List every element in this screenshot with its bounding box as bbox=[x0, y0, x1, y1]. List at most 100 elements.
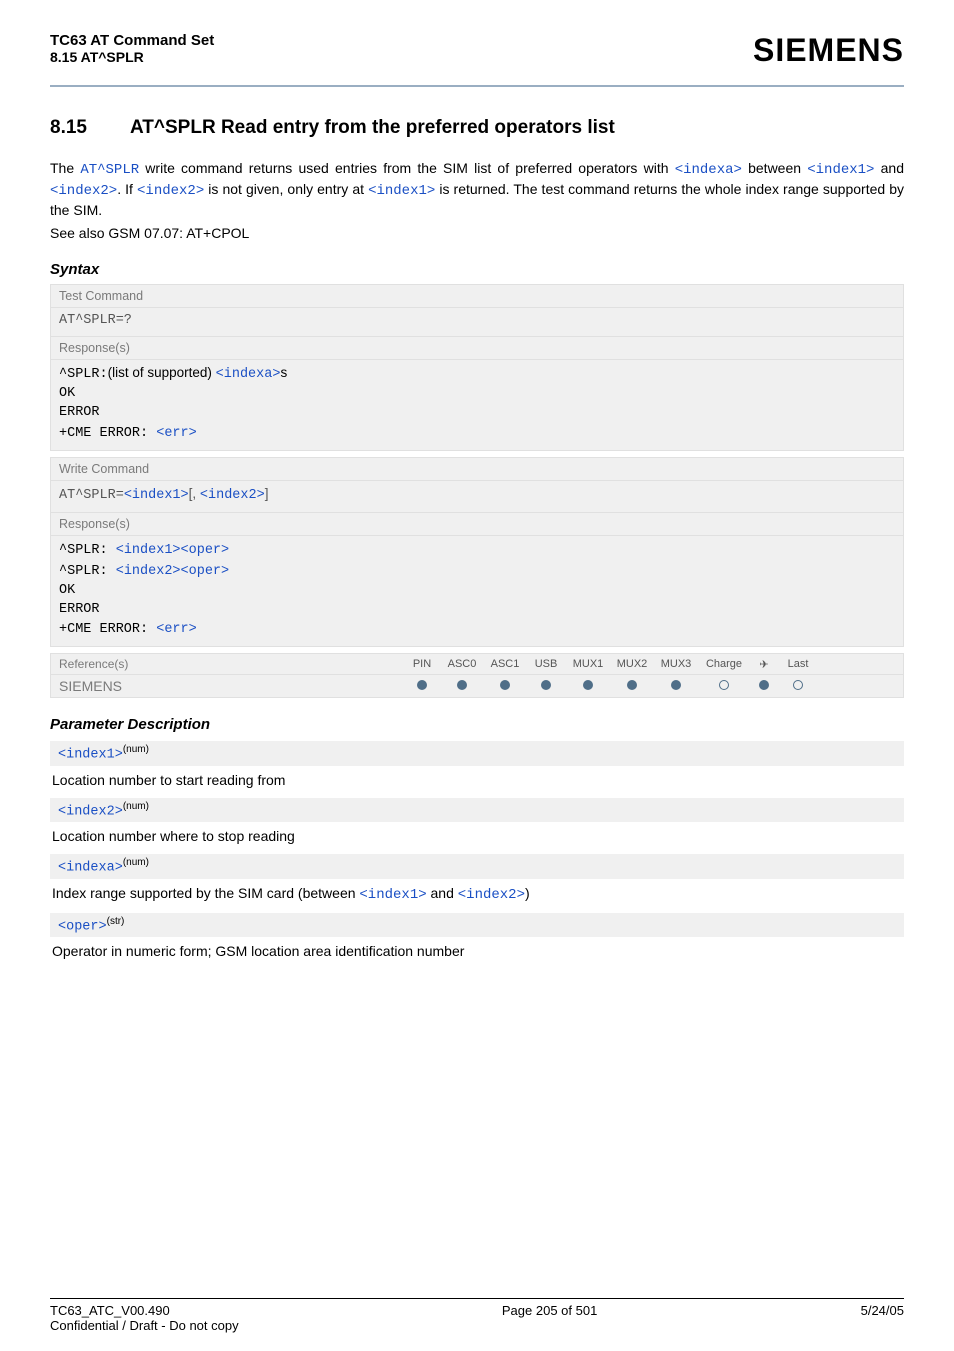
param-link-index2[interactable]: <index2> bbox=[200, 488, 265, 503]
state-dot-hollow bbox=[793, 680, 803, 690]
param-oper-desc: Operator in numeric form; GSM location a… bbox=[50, 937, 904, 961]
param-link-index2[interactable]: <index2> bbox=[137, 183, 204, 199]
responses-label: Response(s) bbox=[51, 337, 903, 360]
param-type: (num) bbox=[123, 744, 149, 755]
col-usb: USB bbox=[526, 658, 566, 670]
col-charge: Charge bbox=[698, 658, 750, 670]
footer-rule bbox=[50, 1298, 904, 1299]
col-asc1: ASC1 bbox=[484, 658, 526, 670]
param-index1-desc: Location number to start reading from bbox=[50, 766, 904, 790]
param-link-index2[interactable]: <index2> bbox=[458, 887, 525, 903]
section-number: 8.15 bbox=[50, 117, 130, 139]
cmd-text: ] bbox=[265, 486, 269, 501]
state-dot-hollow bbox=[719, 680, 729, 690]
test-command-box: Test Command AT^SPLR=? Response(s) ^SPLR… bbox=[50, 284, 904, 451]
doc-title: TC63 AT Command Set bbox=[50, 32, 214, 49]
resp-error: ERROR bbox=[59, 404, 895, 423]
footer-date: 5/24/05 bbox=[861, 1303, 904, 1333]
intro-text: The bbox=[50, 160, 80, 176]
param-link-index1[interactable]: <index1> bbox=[124, 488, 189, 503]
write-command-syntax: AT^SPLR=<index1>[, <index2>] bbox=[51, 481, 903, 513]
intro-text: write command returns used entries from … bbox=[139, 160, 675, 176]
param-link-index1[interactable]: <index1> bbox=[359, 887, 426, 903]
param-type: (num) bbox=[123, 857, 149, 868]
intro-text: and bbox=[874, 160, 904, 176]
resp-text: ^SPLR: bbox=[59, 564, 116, 579]
write-command-box: Write Command AT^SPLR=<index1>[, <index2… bbox=[50, 457, 904, 647]
col-mux1: MUX1 bbox=[566, 658, 610, 670]
col-pin: PIN bbox=[404, 658, 440, 670]
param-index2-desc: Location number where to stop reading bbox=[50, 822, 904, 846]
param-name[interactable]: <index1> bbox=[58, 748, 123, 763]
page-footer: TC63_ATC_V00.490 Confidential / Draft - … bbox=[50, 1291, 904, 1333]
resp-cme: +CME ERROR: bbox=[59, 426, 156, 441]
col-last: Last bbox=[778, 658, 818, 670]
resp-text: ^SPLR: bbox=[59, 367, 108, 382]
reference-states bbox=[404, 680, 895, 693]
write-responses: ^SPLR: <index1><oper> ^SPLR: <index2><op… bbox=[51, 536, 903, 646]
syntax-heading: Syntax bbox=[50, 261, 904, 278]
state-dot-filled bbox=[583, 680, 593, 690]
footer-version: TC63_ATC_V00.490 bbox=[50, 1303, 239, 1318]
param-type: (num) bbox=[123, 801, 149, 812]
param-link-index2[interactable]: <index2> bbox=[50, 183, 117, 199]
intro-text: . If bbox=[117, 181, 137, 197]
param-desc-heading: Parameter Description bbox=[50, 716, 904, 733]
param-index2: <index2>(num) bbox=[50, 798, 904, 823]
write-command-label: Write Command bbox=[51, 458, 903, 481]
col-mux2: MUX2 bbox=[610, 658, 654, 670]
test-command-syntax: AT^SPLR=? bbox=[51, 308, 903, 338]
resp-error: ERROR bbox=[59, 601, 895, 620]
test-responses: ^SPLR:(list of supported) <indexa>s OK E… bbox=[51, 360, 903, 450]
col-airplane-icon: ✈ bbox=[750, 658, 778, 671]
cmd-text: [, bbox=[189, 486, 200, 501]
resp-ok: OK bbox=[59, 385, 895, 404]
intro-text: is not given, only entry at bbox=[204, 181, 368, 197]
state-dot-filled bbox=[500, 680, 510, 690]
state-dot-filled bbox=[627, 680, 637, 690]
reference-value: SIEMENS bbox=[59, 678, 404, 694]
brand-logo: SIEMENS bbox=[753, 32, 904, 69]
param-link-index2[interactable]: <index2> bbox=[116, 564, 181, 579]
resp-cme: +CME ERROR: bbox=[59, 622, 156, 637]
reference-columns: PIN ASC0 ASC1 USB MUX1 MUX2 MUX3 Charge … bbox=[404, 658, 895, 671]
reference-box: Reference(s) PIN ASC0 ASC1 USB MUX1 MUX2… bbox=[50, 653, 904, 698]
state-dot-filled bbox=[759, 680, 769, 690]
desc-text: ) bbox=[525, 885, 530, 901]
cmd-link[interactable]: AT^SPLR bbox=[80, 162, 139, 178]
param-link-oper[interactable]: <oper> bbox=[181, 564, 230, 579]
state-dot-filled bbox=[541, 680, 551, 690]
state-dot-filled bbox=[417, 680, 427, 690]
param-link-index1[interactable]: <index1> bbox=[368, 183, 435, 199]
param-link-indexa[interactable]: <indexa> bbox=[675, 162, 742, 178]
intro-paragraph: The AT^SPLR write command returns used e… bbox=[50, 159, 904, 220]
responses-label: Response(s) bbox=[51, 513, 903, 536]
intro-line2: See also GSM 07.07: AT+CPOL bbox=[50, 224, 904, 243]
param-name[interactable]: <oper> bbox=[58, 919, 107, 934]
reference-label: Reference(s) bbox=[59, 657, 404, 671]
col-mux3: MUX3 bbox=[654, 658, 698, 670]
param-link-index1[interactable]: <index1> bbox=[807, 162, 874, 178]
param-indexa-desc: Index range supported by the SIM card (b… bbox=[50, 879, 904, 905]
footer-page-number: Page 205 of 501 bbox=[502, 1303, 597, 1333]
footer-confidential: Confidential / Draft - Do not copy bbox=[50, 1318, 239, 1333]
test-command-label: Test Command bbox=[51, 285, 903, 308]
param-link-err[interactable]: <err> bbox=[156, 622, 197, 637]
param-indexa: <indexa>(num) bbox=[50, 854, 904, 879]
param-link-err[interactable]: <err> bbox=[156, 426, 197, 441]
page-header: TC63 AT Command Set 8.15 AT^SPLR SIEMENS bbox=[50, 32, 904, 79]
param-oper: <oper>(str) bbox=[50, 913, 904, 938]
resp-text: ^SPLR: bbox=[59, 543, 116, 558]
param-link-oper[interactable]: <oper> bbox=[181, 543, 230, 558]
param-index1: <index1>(num) bbox=[50, 741, 904, 766]
resp-ok: OK bbox=[59, 582, 895, 601]
param-name[interactable]: <indexa> bbox=[58, 861, 123, 876]
param-link-indexa[interactable]: <indexa> bbox=[216, 367, 281, 382]
resp-text: s bbox=[280, 365, 287, 380]
desc-text: and bbox=[427, 885, 458, 901]
param-link-index1[interactable]: <index1> bbox=[116, 543, 181, 558]
resp-text: (list of supported) bbox=[108, 365, 216, 380]
header-rule bbox=[50, 85, 904, 87]
desc-text: Index range supported by the SIM card (b… bbox=[52, 885, 359, 901]
param-name[interactable]: <index2> bbox=[58, 804, 123, 819]
